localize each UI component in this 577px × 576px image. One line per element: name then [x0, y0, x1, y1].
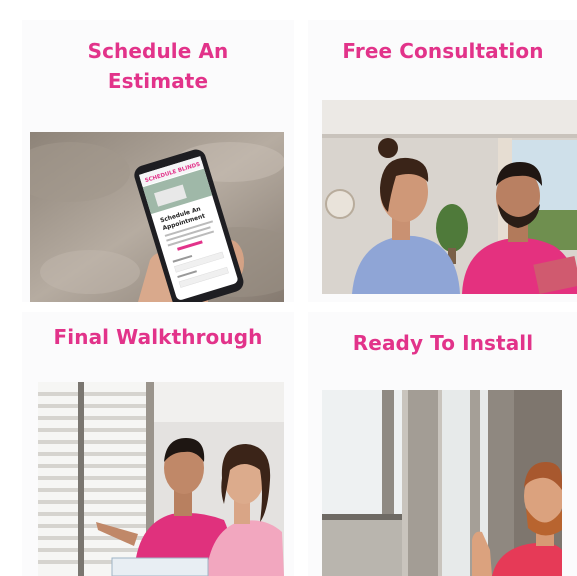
card-free-consultation[interactable]: Free Consultation — [308, 20, 577, 302]
phone-booking-illustration: SCHEDULE BLINDS Schedule An Appointment — [30, 132, 284, 302]
card-title-line1: Final Walkthrough — [53, 325, 263, 349]
card-title: Schedule An Estimate — [22, 36, 294, 96]
installer-illustration — [322, 390, 562, 576]
card-title-line1: Schedule An — [87, 39, 229, 63]
consultation-photo — [322, 100, 577, 294]
consultation-illustration — [322, 100, 577, 294]
card-title: Final Walkthrough — [22, 322, 294, 352]
card-title-line1: Ready To Install — [352, 331, 534, 355]
card-title-line2: Estimate — [107, 69, 209, 93]
services-grid: Schedule An Estimate SCHEDULE BLINDS Sch… — [0, 0, 577, 576]
phone-booking-photo: SCHEDULE BLINDS Schedule An Appointment — [30, 132, 284, 302]
walkthrough-illustration — [38, 382, 284, 576]
card-title: Free Consultation — [308, 36, 577, 66]
card-title: Ready To Install — [308, 328, 577, 358]
card-title-line1: Free Consultation — [342, 39, 544, 63]
walkthrough-photo — [38, 382, 284, 576]
card-schedule-estimate[interactable]: Schedule An Estimate SCHEDULE BLINDS Sch… — [22, 20, 294, 302]
card-final-walkthrough[interactable]: Final Walkthrough — [22, 312, 294, 576]
card-ready-to-install[interactable]: Ready To Install — [308, 312, 577, 576]
installer-photo — [322, 390, 562, 576]
